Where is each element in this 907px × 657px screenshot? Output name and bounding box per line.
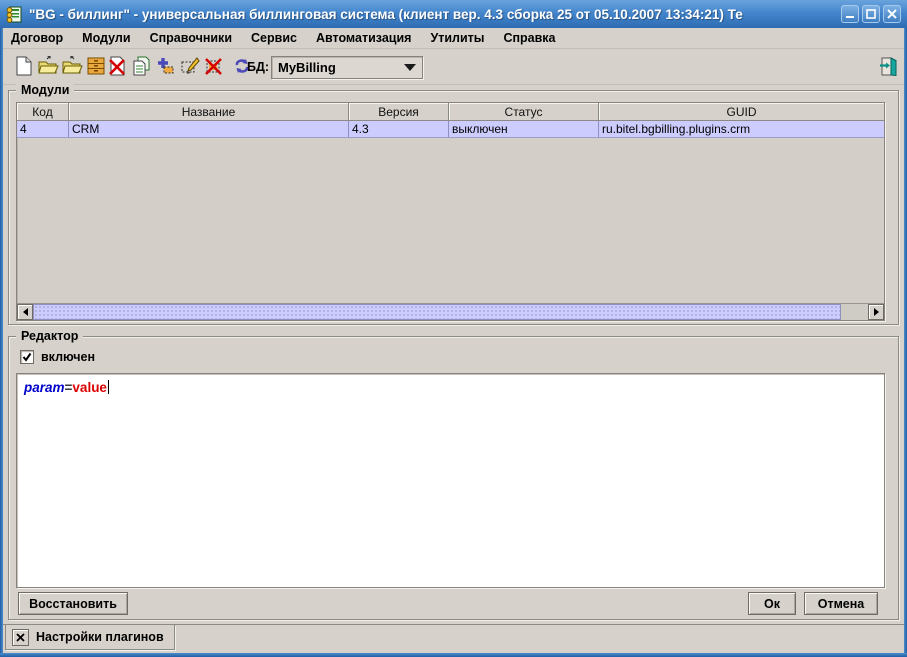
- new-document-icon[interactable]: [13, 55, 35, 77]
- tab-plugin-settings[interactable]: Настройки плагинов: [5, 625, 175, 650]
- chevron-down-icon: [404, 64, 416, 71]
- db-combobox-value: MyBilling: [278, 60, 400, 75]
- exit-icon[interactable]: [875, 53, 901, 79]
- cell-status[interactable]: выключен: [449, 121, 599, 138]
- window-controls: [841, 5, 901, 23]
- scroll-left-icon[interactable]: [17, 304, 33, 320]
- editor-panel-title: Редактор: [16, 330, 83, 343]
- enabled-checkbox[interactable]: [20, 350, 34, 364]
- cell-guid[interactable]: ru.bitel.bgbilling.plugins.crm: [599, 121, 884, 138]
- window-border-bottom: [0, 653, 907, 657]
- cell-name[interactable]: CRM: [69, 121, 349, 138]
- window-title: "BG - биллинг" - универсальная биллингов…: [29, 7, 837, 22]
- column-header-code[interactable]: Код: [17, 103, 69, 121]
- toolbar: БД: MyBilling: [3, 49, 904, 85]
- column-header-status[interactable]: Статус: [449, 103, 599, 121]
- window-border-left: [0, 28, 3, 657]
- modules-panel-title: Модули: [16, 84, 74, 97]
- add-item-icon[interactable]: [155, 55, 177, 77]
- delete-document-icon[interactable]: [107, 55, 129, 77]
- menu-item-moduli[interactable]: Модули: [82, 31, 130, 45]
- db-label: БД:: [247, 60, 269, 74]
- bottom-tabbar: Настройки плагинов: [3, 624, 904, 653]
- app-icon: [6, 6, 23, 23]
- minimize-icon[interactable]: [841, 5, 859, 23]
- ok-button[interactable]: Ок: [748, 592, 796, 615]
- tab-close-icon[interactable]: [12, 629, 29, 646]
- column-header-guid[interactable]: GUID: [599, 103, 884, 121]
- enabled-checkbox-label: включен: [41, 350, 95, 364]
- copy-documents-icon[interactable]: [131, 55, 153, 77]
- menu-item-avtomatizaciya[interactable]: Автоматизация: [316, 31, 411, 45]
- table-row[interactable]: 4 CRM 4.3 выключен ru.bitel.bgbilling.pl…: [17, 121, 884, 138]
- titlebar[interactable]: "BG - биллинг" - универсальная биллингов…: [0, 0, 907, 28]
- open-folder-icon[interactable]: [37, 55, 59, 77]
- enabled-checkbox-row[interactable]: включен: [20, 350, 95, 364]
- menu-item-spravka[interactable]: Справка: [503, 31, 555, 45]
- code-value: value: [72, 380, 107, 395]
- table-header-row: Код Название Версия Статус GUID: [17, 103, 884, 121]
- checkmark-icon: [22, 352, 32, 362]
- horizontal-scrollbar[interactable]: [17, 303, 884, 320]
- edit-item-icon[interactable]: [179, 55, 201, 77]
- tab-label: Настройки плагинов: [36, 630, 164, 644]
- maximize-icon[interactable]: [862, 5, 880, 23]
- scrollbar-thumb[interactable]: [33, 304, 841, 320]
- column-header-name[interactable]: Название: [69, 103, 349, 121]
- menu-item-utility[interactable]: Утилиты: [430, 31, 484, 45]
- app-window: "BG - биллинг" - универсальная биллингов…: [0, 0, 907, 657]
- code-param: param: [24, 380, 65, 395]
- cell-code[interactable]: 4: [17, 121, 69, 138]
- menu-item-spravochniki[interactable]: Справочники: [150, 31, 232, 45]
- archive-cabinet-icon[interactable]: [85, 55, 107, 77]
- import-folder-icon[interactable]: [61, 55, 83, 77]
- scroll-right-icon[interactable]: [868, 304, 884, 320]
- db-combobox[interactable]: MyBilling: [271, 56, 423, 79]
- menu-item-dogovor[interactable]: Договор: [11, 31, 63, 45]
- plugin-config-editor[interactable]: param=value: [16, 373, 885, 588]
- restore-button[interactable]: Восстановить: [18, 592, 128, 615]
- column-header-version[interactable]: Версия: [349, 103, 449, 121]
- close-icon[interactable]: [883, 5, 901, 23]
- modules-table: Код Название Версия Статус GUID 4 CRM 4.…: [16, 102, 885, 321]
- cell-version[interactable]: 4.3: [349, 121, 449, 138]
- cancel-button[interactable]: Отмена: [804, 592, 878, 615]
- text-caret: [108, 380, 109, 394]
- menu-item-servis[interactable]: Сервис: [251, 31, 297, 45]
- delete-item-icon[interactable]: [203, 55, 225, 77]
- menubar: Договор Модули Справочники Сервис Автома…: [3, 28, 904, 49]
